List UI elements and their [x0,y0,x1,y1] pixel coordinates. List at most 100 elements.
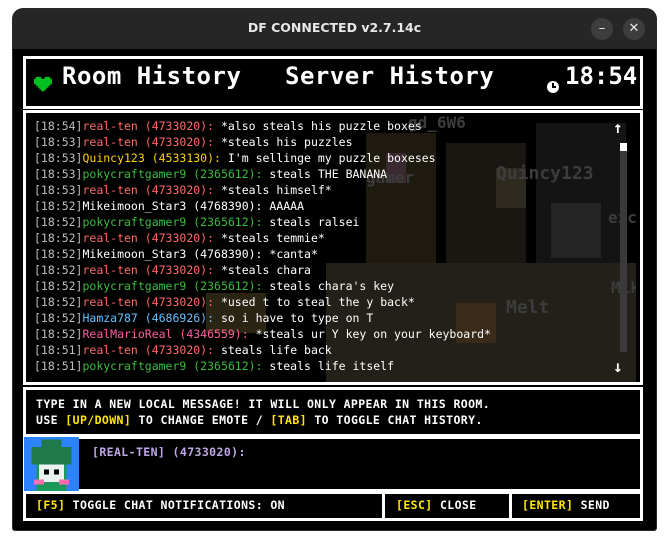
footer-divider-2 [509,491,512,518]
chat-message: [18:53]real-ten (4733020): *steals himse… [34,182,604,198]
send-label: SEND [573,498,610,512]
message-timestamp: [18:52] [34,327,83,341]
message-username: pokycraftgamer9 (2365612): [82,359,263,373]
message-username: real-ten (4733020): [82,135,215,149]
message-username: real-ten (4733020): [82,183,215,197]
message-username: Hamza787 (4686926): [82,311,215,325]
message-username: real-ten (4733020): [82,343,215,357]
message-username: pokycraftgamer9 (2365612): [82,215,263,229]
message-text: *steals ur Y key on your keyboard* [248,327,491,341]
message-username: real-ten (4733020): [82,295,215,309]
chat-message: [18:52]pokycraftgamer9 (2365612): steals… [34,214,604,230]
instructions-text: TYPE IN A NEW LOCAL MESSAGE! IT WILL ONL… [36,396,490,428]
instr-text-b: TO CHANGE EMOTE / [131,413,271,427]
instructions-line-2: USE [UP/DOWN] TO CHANGE EMOTE / [TAB] TO… [36,412,490,428]
message-text: steals ralsei [262,215,360,229]
server-clock: 18:54 [565,62,638,90]
message-timestamp: [18:53] [34,151,83,165]
message-username: Mikeimoon_Star3 (4768390): [82,199,263,213]
message-timestamp: [18:51] [34,359,83,373]
message-list: [18:54]real-ten (4733020): *also steals … [34,118,604,374]
message-timestamp: [18:52] [34,311,83,325]
instr-text-a: USE [36,413,66,427]
message-text: *canta* [262,247,318,261]
tab-server-history[interactable]: Server History [285,62,494,90]
message-username: pokycraftgamer9 (2365612): [82,279,263,293]
message-text: *used t to steal the y back* [214,295,415,309]
message-timestamp: [18:52] [34,279,83,293]
message-text: *steals his puzzles [214,135,353,149]
title-bar[interactable]: DF CONNECTED v2.7.14c – ✕ [13,9,656,49]
close-button[interactable]: [ESC] CLOSE [396,498,477,512]
message-text: *steals himself* [214,183,332,197]
footer-divider-1 [382,491,385,518]
message-username: real-ten (4733020): [82,263,215,277]
instructions-line-1: TYPE IN A NEW LOCAL MESSAGE! IT WILL ONL… [36,397,491,411]
message-text: so i have to type on T [214,311,374,325]
message-username: pokycraftgamer9 (2365612): [82,167,263,181]
toggle-notifications-button[interactable]: [F5] TOGGLE CHAT NOTIFICATIONS: ON [36,498,285,512]
notifications-label: TOGGLE CHAT NOTIFICATIONS: ON [65,498,286,512]
chat-message: [18:51]pokycraftgamer9 (2365612): steals… [34,358,604,374]
message-timestamp: [18:52] [34,199,83,213]
message-timestamp: [18:52] [34,215,83,229]
message-timestamp: [18:52] [34,263,83,277]
message-username: Mikeimoon_Star3 (4768390): [82,247,263,261]
message-text: *steals chara [214,263,311,277]
chat-message: [18:53]pokycraftgamer9 (2365612): steals… [34,166,604,182]
message-timestamp: [18:52] [34,247,83,261]
chat-message: [18:52]pokycraftgamer9 (2365612): steals… [34,278,604,294]
chat-message: [18:54]real-ten (4733020): *also steals … [34,118,604,134]
ralsei-avatar-icon[interactable] [24,437,79,492]
key-esc: [ESC] [396,498,433,512]
chat-message: [18:52]real-ten (4733020): *steals chara [34,262,604,278]
chat-message: [18:52]RealMarioReal (4346559): *steals … [34,326,604,342]
message-timestamp: [18:52] [34,295,83,309]
message-username: real-ten (4733020): [82,231,215,245]
message-text: AAAAA [262,199,305,213]
heart-icon [34,76,52,92]
message-text: steals THE BANANA [262,167,388,181]
chat-history[interactable]: gd_6W6 gamer Quincy123 exc Melt Mike [18… [26,113,636,382]
chat-message: [18:52]real-ten (4733020): *steals temmi… [34,230,604,246]
minimize-button[interactable]: – [591,18,613,40]
message-text: *also steals his puzzle boxes [214,119,422,133]
close-window-button[interactable]: ✕ [623,18,645,40]
message-text: *steals temmie* [214,231,325,245]
message-timestamp: [18:53] [34,167,83,181]
instr-text-c: TO TOGGLE CHAT HISTORY. [307,413,483,427]
scroll-down-arrow[interactable]: ↓ [613,357,623,376]
clock-icon [547,81,559,93]
message-text: steals chara's key [262,279,395,293]
message-text: I'm sellinge my puzzle boxeses [220,151,436,165]
chat-message: [18:53]Quincy123 (4533130): I'm sellinge… [34,150,604,166]
key-f5: [F5] [36,498,66,512]
send-button[interactable]: [ENTER] SEND [522,498,610,512]
key-tab: [TAB] [270,413,307,427]
message-timestamp: [18:53] [34,183,83,197]
chat-message: [18:53]real-ten (4733020): *steals his p… [34,134,604,150]
message-username: RealMarioReal (4346559): [82,327,249,341]
key-up-down: [UP/DOWN] [65,413,132,427]
message-timestamp: [18:51] [34,343,83,357]
close-label: CLOSE [432,498,477,512]
chat-message: [18:52]Mikeimoon_Star3 (4768390): AAAAA [34,198,604,214]
message-timestamp: [18:54] [34,119,83,133]
message-timestamp: [18:53] [34,135,83,149]
scroll-up-arrow[interactable]: ↑ [613,118,623,137]
message-text: steals life itself [262,359,395,373]
scrollbar-track[interactable] [620,143,627,352]
message-timestamp: [18:52] [34,231,83,245]
chat-message: [18:52]Hamza787 (4686926): so i have to … [34,310,604,326]
input-prompt-label: [REAL-TEN] (4733020): [92,445,246,459]
key-enter: [ENTER] [522,498,574,512]
message-username: real-ten (4733020): [82,119,215,133]
scrollbar-thumb[interactable] [620,143,627,151]
window-title: DF CONNECTED v2.7.14c [247,20,422,35]
tab-room-history[interactable]: Room History [62,62,241,90]
message-username: Quincy123 (4533130): [82,151,221,165]
chat-message: [18:52]Mikeimoon_Star3 (4768390): *canta… [34,246,604,262]
chat-message: [18:51]real-ten (4733020): steals life b… [34,342,604,358]
message-text: steals life back [214,343,332,357]
chat-message: [18:52]real-ten (4733020): *used t to st… [34,294,604,310]
